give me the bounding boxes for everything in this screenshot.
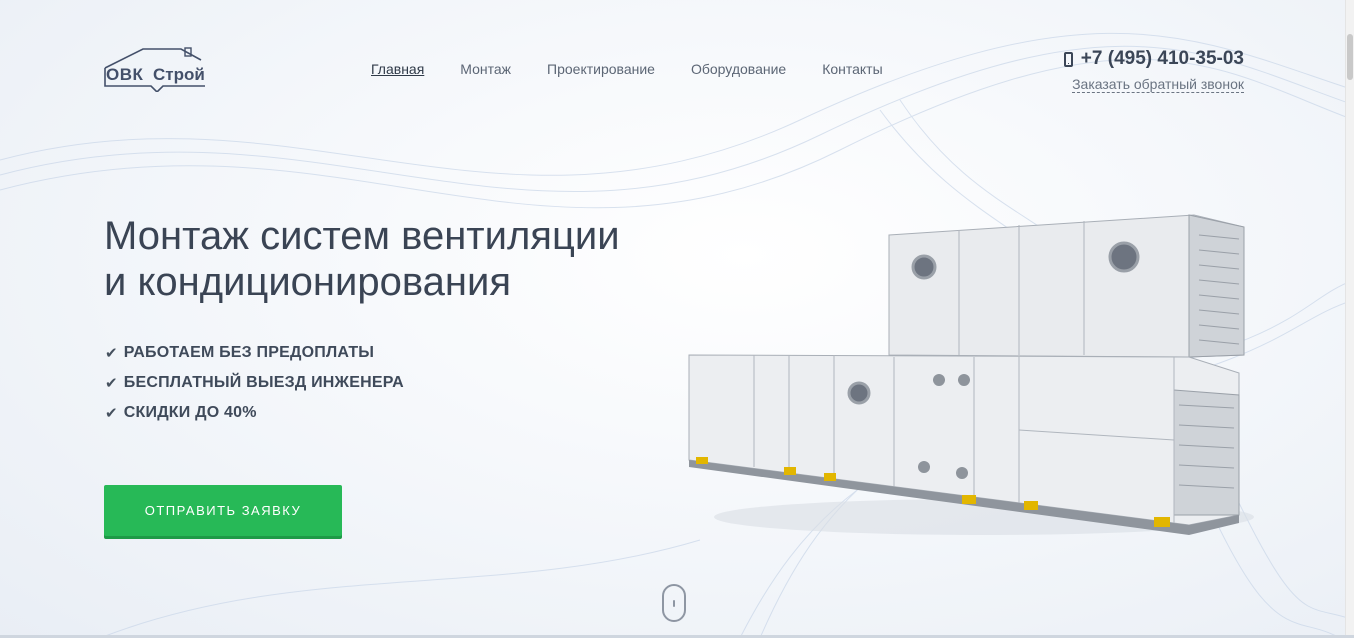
hero-title: Монтаж систем вентиляции и кондициониров… <box>104 213 704 305</box>
feature-item: ✔ СКИДКИ ДО 40% <box>105 398 404 428</box>
page-scrollbar[interactable] <box>1345 0 1354 638</box>
feature-text: СКИДКИ ДО 40% <box>123 404 257 421</box>
logo-text-stroy: Строй <box>153 65 205 84</box>
feature-item: ✔ РАБОТАЕМ БЕЗ ПРЕДОПЛАТЫ <box>105 338 404 368</box>
feature-text: РАБОТАЕМ БЕЗ ПРЕДОПЛАТЫ <box>123 344 375 361</box>
nav-item-contacts[interactable]: Контакты <box>822 61 882 77</box>
mobile-phone-icon <box>1063 51 1073 67</box>
scrollbar-thumb[interactable] <box>1347 34 1353 80</box>
scroll-down-indicator[interactable] <box>662 584 686 622</box>
phone-number-text: +7 (495) 410-35-03 <box>1080 48 1244 69</box>
feature-item: ✔ БЕСПЛАТНЫЙ ВЫЕЗД ИНЖЕНЕРА <box>105 368 404 398</box>
hero-title-line2: и кондиционирования <box>104 260 511 304</box>
logo-text-ovk: ОВК <box>106 65 144 84</box>
check-icon: ✔ <box>105 375 118 392</box>
nav-item-home[interactable]: Главная <box>371 61 424 77</box>
logo[interactable]: ОВК Строй <box>103 46 207 92</box>
nav-item-design[interactable]: Проектирование <box>547 61 655 77</box>
nav-item-installation[interactable]: Монтаж <box>460 61 511 77</box>
check-icon: ✔ <box>105 345 118 362</box>
feature-list: ✔ РАБОТАЕМ БЕЗ ПРЕДОПЛАТЫ ✔ БЕСПЛАТНЫЙ ВЫЕ… <box>105 338 404 428</box>
callback-link[interactable]: Заказать обратный звонок <box>1072 76 1244 93</box>
air-handling-unit-image <box>688 214 1254 535</box>
check-icon: ✔ <box>105 405 118 422</box>
hero-title-line1: Монтаж систем вентиляции <box>104 214 620 258</box>
main-nav: Главная Монтаж Проектирование Оборудован… <box>371 61 919 77</box>
nav-item-equipment[interactable]: Оборудование <box>691 61 786 77</box>
submit-request-button[interactable]: ОТПРАВИТЬ ЗАЯВКУ <box>104 485 342 536</box>
feature-text: БЕСПЛАТНЫЙ ВЫЕЗД ИНЖЕНЕРА <box>123 374 404 391</box>
contact-block: +7 (495) 410-35-03 Заказать обратный зво… <box>1063 48 1244 94</box>
phone-number[interactable]: +7 (495) 410-35-03 <box>1063 48 1244 70</box>
